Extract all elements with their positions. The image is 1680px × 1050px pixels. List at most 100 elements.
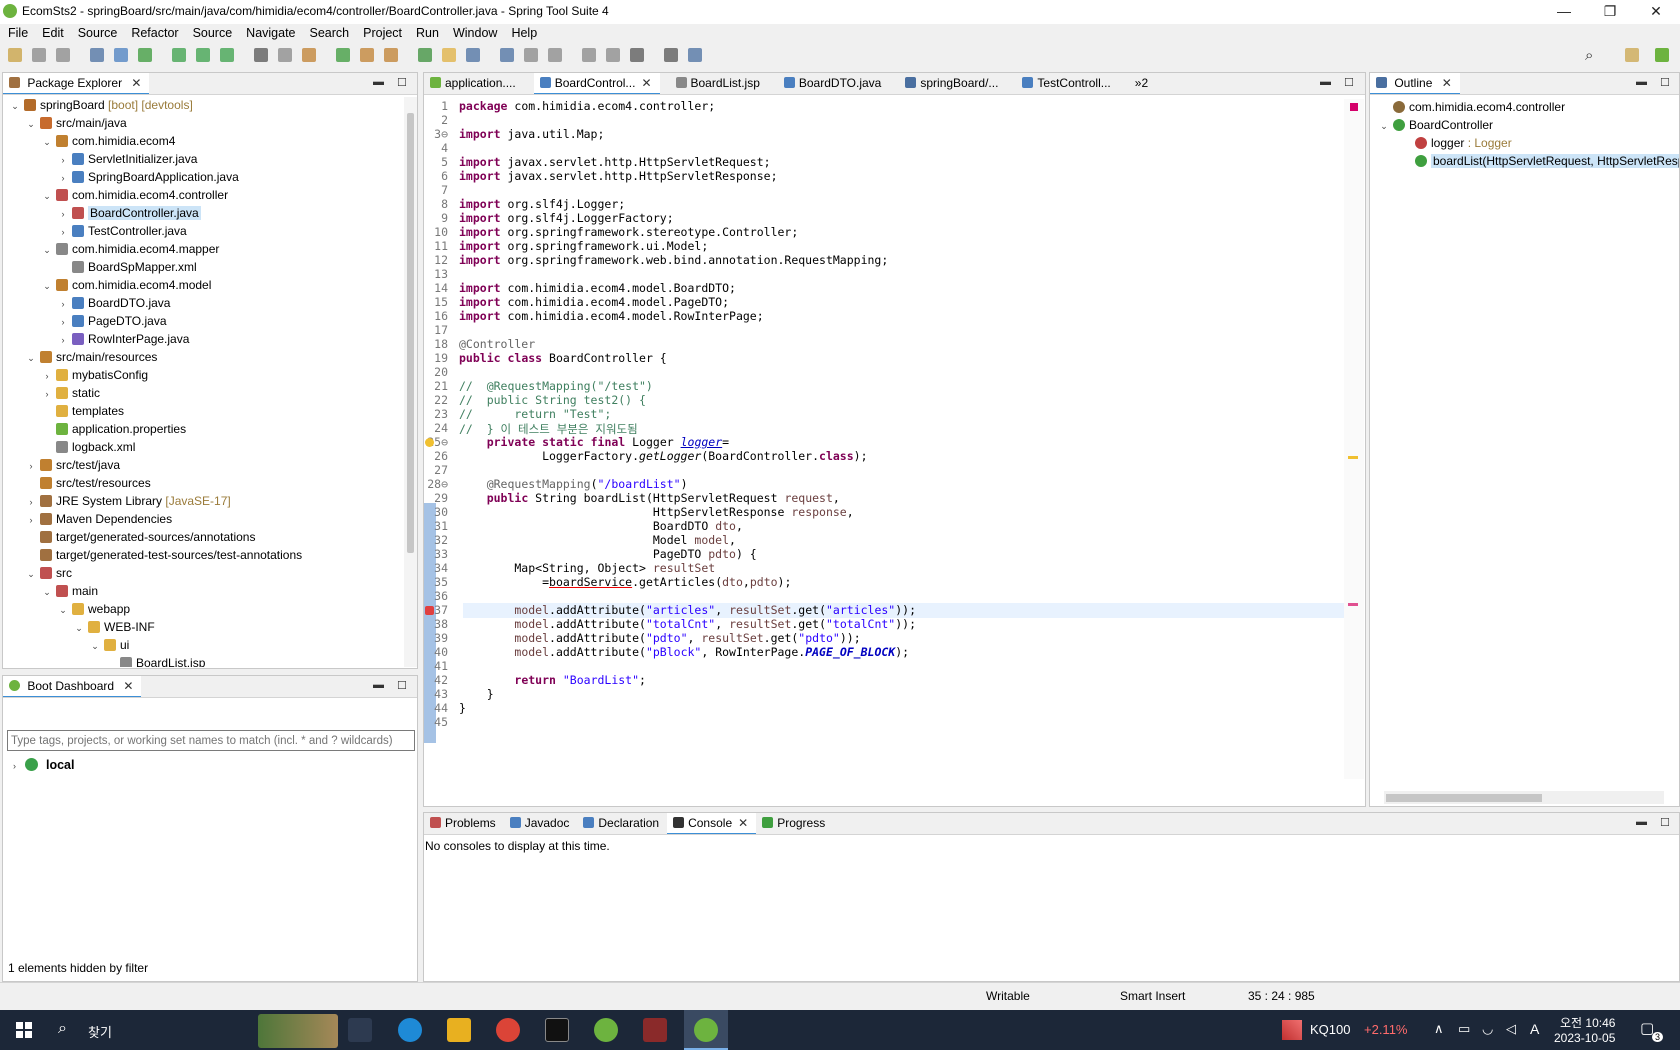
tree-item[interactable]: › BoardController.java bbox=[3, 205, 403, 222]
maximize-icon[interactable]: ☐ bbox=[1344, 76, 1354, 89]
code-line[interactable]: private static final Logger logger= bbox=[459, 435, 729, 449]
toolbar-button-icon[interactable] bbox=[254, 48, 268, 62]
outline-item[interactable]: ⌄ BoardController bbox=[1370, 117, 1679, 134]
error-marker[interactable] bbox=[1348, 603, 1358, 606]
code-line[interactable]: import org.slf4j.Logger; bbox=[459, 197, 625, 211]
toolbar-button-icon[interactable] bbox=[196, 48, 210, 62]
code-line[interactable]: // @RequestMapping("/test") bbox=[459, 379, 653, 393]
tree-item[interactable]: templates bbox=[3, 403, 403, 420]
package-explorer-scrollbar[interactable] bbox=[404, 97, 417, 667]
code-line[interactable]: } bbox=[459, 687, 494, 701]
chevron-right-icon[interactable]: › bbox=[25, 512, 37, 529]
boot-item-local[interactable]: › local bbox=[13, 756, 74, 774]
toolbar-button-icon[interactable] bbox=[278, 48, 292, 62]
code-line[interactable]: public String boardList(HttpServletReque… bbox=[459, 491, 840, 505]
code-line[interactable]: model.addAttribute("pdto", resultSet.get… bbox=[459, 631, 860, 645]
toolbar-button-icon[interactable] bbox=[384, 48, 398, 62]
code-line[interactable]: HttpServletResponse response, bbox=[459, 505, 854, 519]
tree-item[interactable]: ⌄ com.himidia.ecom4.model bbox=[3, 277, 403, 294]
code-line[interactable]: return "BoardList"; bbox=[459, 673, 646, 687]
editor-tab[interactable]: TestControll... bbox=[1016, 73, 1118, 94]
code-line[interactable]: LoggerFactory.getLogger(BoardController.… bbox=[459, 449, 867, 463]
chevron-down-icon[interactable]: ⌄ bbox=[41, 278, 53, 295]
editor-tab[interactable]: BoardList.jsp bbox=[670, 73, 768, 94]
active-sts-task[interactable] bbox=[684, 1010, 728, 1050]
editor-tab[interactable]: springBoard/... bbox=[899, 73, 1006, 94]
tree-item[interactable]: ⌄ src/main/java bbox=[3, 115, 403, 132]
toolbar-button-icon[interactable] bbox=[664, 48, 678, 62]
taskbar-search[interactable]: ⌕ 찾기 bbox=[48, 1010, 338, 1050]
menu-item-search[interactable]: Search bbox=[303, 24, 357, 42]
toolbar-button-icon[interactable] bbox=[500, 48, 514, 62]
editor-tab[interactable]: application.... bbox=[424, 73, 524, 94]
tree-item[interactable]: › ServletInitializer.java bbox=[3, 151, 403, 168]
tree-item[interactable]: › SpringBoardApplication.java bbox=[3, 169, 403, 186]
editor-hscrollbar[interactable] bbox=[460, 785, 1330, 799]
chevron-right-icon[interactable]: › bbox=[57, 314, 69, 331]
toolbar-button-icon[interactable] bbox=[418, 48, 432, 62]
maximize-icon[interactable]: ☐ bbox=[397, 679, 407, 692]
menu-item-navigate[interactable]: Navigate bbox=[239, 24, 302, 42]
tree-item[interactable]: ⌄ com.himidia.ecom4 bbox=[3, 133, 403, 150]
toolbar-button-icon[interactable] bbox=[90, 48, 104, 62]
tree-item[interactable]: › BoardDTO.java bbox=[3, 295, 403, 312]
stock-name[interactable]: KQ100 bbox=[1310, 1022, 1350, 1037]
warning-gutter-icon[interactable] bbox=[425, 438, 434, 447]
tree-item[interactable]: › RowInterPage.java bbox=[3, 331, 403, 348]
bottom-tab[interactable]: Problems bbox=[424, 813, 504, 834]
toolbar-button-icon[interactable] bbox=[56, 48, 70, 62]
bottom-tab[interactable]: Declaration bbox=[577, 813, 667, 834]
tree-item[interactable]: › PageDTO.java bbox=[3, 313, 403, 330]
menu-item-help[interactable]: Help bbox=[504, 24, 544, 42]
clock-date[interactable]: 2023-10-05 bbox=[1554, 1031, 1615, 1045]
game-icon[interactable] bbox=[643, 1018, 667, 1042]
tree-item[interactable]: ⌄ com.himidia.ecom4.mapper bbox=[3, 241, 403, 258]
clock-time[interactable]: 오전 10:46 bbox=[1560, 1014, 1615, 1031]
chevron-down-icon[interactable]: ⌄ bbox=[41, 584, 53, 601]
code-line[interactable]: =boardService.getArticles(dto,pdto); bbox=[459, 575, 791, 589]
tree-item[interactable]: › src/test/java bbox=[3, 457, 403, 474]
toolbar-button-icon[interactable] bbox=[582, 48, 596, 62]
outline-item[interactable]: logger : Logger bbox=[1370, 135, 1679, 152]
error-gutter-icon[interactable] bbox=[425, 606, 434, 615]
code-line[interactable]: model.addAttribute("articles", resultSet… bbox=[459, 603, 916, 617]
tree-item[interactable]: ⌄ WEB-INF bbox=[3, 619, 403, 636]
wifi-icon[interactable]: ◡ bbox=[1482, 1021, 1493, 1037]
code-line[interactable]: import javax.servlet.http.HttpServletReq… bbox=[459, 155, 771, 169]
tree-item[interactable]: application.properties bbox=[3, 421, 403, 438]
code-line[interactable]: import com.himidia.ecom4.model.RowInterP… bbox=[459, 309, 764, 323]
toolbar-button-icon[interactable] bbox=[442, 48, 456, 62]
chevron-right-icon[interactable]: › bbox=[57, 152, 69, 169]
code-line[interactable]: @RequestMapping("/boardList") bbox=[459, 477, 688, 491]
code-line[interactable]: import java.util.Map; bbox=[459, 127, 604, 141]
maximize-button[interactable]: ❐ bbox=[1587, 0, 1633, 22]
chevron-down-icon[interactable]: ⌄ bbox=[89, 638, 101, 655]
code-line[interactable]: } bbox=[459, 701, 466, 715]
warning-marker[interactable] bbox=[1348, 456, 1358, 459]
tree-item[interactable]: src/test/resources bbox=[3, 475, 403, 492]
code-line[interactable]: BoardDTO dto, bbox=[459, 519, 743, 533]
code-line[interactable]: import org.springframework.ui.Model; bbox=[459, 239, 708, 253]
boot-filter-input[interactable] bbox=[8, 731, 414, 750]
tree-item[interactable]: BoardSpMapper.xml bbox=[3, 259, 403, 276]
code-line[interactable]: Model model, bbox=[459, 533, 736, 547]
code-line[interactable]: import org.springframework.web.bind.anno… bbox=[459, 253, 888, 267]
close-button[interactable]: ✕ bbox=[1633, 0, 1679, 22]
minimize-icon[interactable]: ▬ bbox=[1320, 76, 1331, 88]
tree-item[interactable]: › mybatisConfig bbox=[3, 367, 403, 384]
error-marker-icon[interactable] bbox=[1350, 103, 1358, 111]
maximize-icon[interactable]: ☐ bbox=[397, 76, 407, 89]
code-line[interactable]: package com.himidia.ecom4.controller; bbox=[459, 99, 715, 113]
tree-item[interactable]: ⌄ com.himidia.ecom4.controller bbox=[3, 187, 403, 204]
toolbar-button-icon[interactable] bbox=[466, 48, 480, 62]
chevron-right-icon[interactable]: › bbox=[41, 386, 53, 403]
code-line[interactable]: import org.slf4j.LoggerFactory; bbox=[459, 211, 674, 225]
tree-item[interactable]: target/generated-sources/annotations bbox=[3, 529, 403, 546]
tree-item[interactable]: › JRE System Library [JavaSE-17] bbox=[3, 493, 403, 510]
chevron-down-icon[interactable]: ⌄ bbox=[41, 188, 53, 205]
tree-item[interactable]: ⌄ main bbox=[3, 583, 403, 600]
menu-item-file[interactable]: File bbox=[1, 24, 35, 42]
toolbar-button-icon[interactable] bbox=[688, 48, 702, 62]
chevron-down-icon[interactable]: ⌄ bbox=[1378, 118, 1390, 135]
editor-tab[interactable]: BoardDTO.java bbox=[778, 73, 889, 94]
